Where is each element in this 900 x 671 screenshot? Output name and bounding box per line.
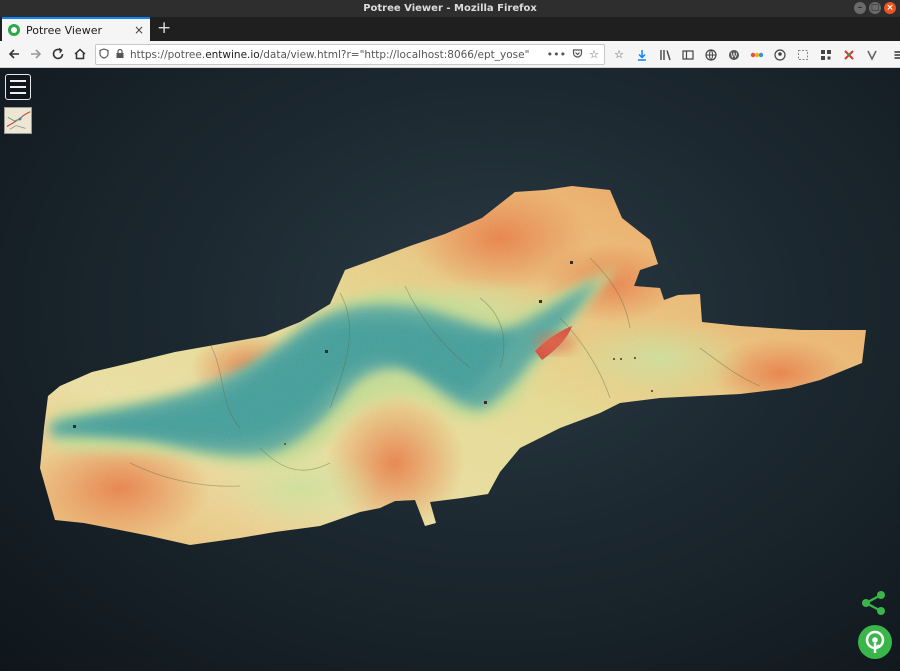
bookmark-star-icon[interactable]: ☆: [589, 48, 599, 62]
forward-arrow-icon[interactable]: [25, 43, 47, 65]
reading-list-icon[interactable]: ☆: [610, 46, 628, 64]
share-icon[interactable]: [860, 589, 888, 617]
tab-label: Potree Viewer: [26, 23, 102, 37]
vpn-extension-icon[interactable]: [863, 46, 881, 64]
url-actions: ••• ☆: [547, 48, 604, 62]
tab-strip: Potree Viewer × +: [0, 17, 900, 41]
tab-potree-viewer[interactable]: Potree Viewer ×: [2, 17, 150, 41]
pocket-icon[interactable]: [572, 48, 583, 62]
wordpress-extension-icon[interactable]: W: [725, 46, 743, 64]
page-actions-icon[interactable]: •••: [547, 48, 566, 62]
svg-text:W: W: [731, 51, 738, 59]
point-cloud-terrain[interactable]: [0, 68, 900, 671]
minimize-button[interactable]: –: [854, 2, 866, 14]
potree-render-area[interactable]: [0, 68, 900, 671]
url-bar[interactable]: https://potree.entwine.io/data/view.html…: [95, 44, 605, 65]
qr-code-icon[interactable]: [817, 46, 835, 64]
potree-favicon-icon: [8, 24, 20, 36]
downloads-icon[interactable]: [633, 46, 651, 64]
account-icon[interactable]: [771, 46, 789, 64]
tab-close-icon[interactable]: ×: [134, 23, 144, 37]
back-arrow-icon[interactable]: [3, 43, 25, 65]
maximize-button[interactable]: □: [869, 2, 881, 14]
new-tab-button[interactable]: +: [157, 18, 171, 38]
potree-logo-icon[interactable]: [858, 625, 892, 659]
window-titlebar: Potree Viewer - Mozilla Firefox – □ ×: [0, 0, 900, 17]
hamburger-menu-icon[interactable]: [5, 74, 31, 100]
color-extension-icon[interactable]: [748, 46, 766, 64]
reload-icon[interactable]: [47, 43, 69, 65]
navigation-toolbar: https://potree.entwine.io/data/view.html…: [0, 41, 900, 68]
tools-extension-icon[interactable]: [840, 46, 858, 64]
window-controls: – □ ×: [854, 2, 896, 14]
sidebar-icon[interactable]: [679, 46, 697, 64]
lock-icon[interactable]: [112, 48, 128, 62]
globe-extension-icon[interactable]: [702, 46, 720, 64]
toolbar-right: ☆ W: [610, 44, 900, 65]
home-icon[interactable]: [69, 43, 91, 65]
url-text[interactable]: https://potree.entwine.io/data/view.html…: [128, 49, 547, 61]
screenshot-icon[interactable]: [794, 46, 812, 64]
tracking-shield-icon[interactable]: [96, 47, 112, 62]
window-title: Potree Viewer - Mozilla Firefox: [363, 3, 537, 14]
close-window-button[interactable]: ×: [884, 2, 896, 14]
app-menu-icon[interactable]: [890, 46, 900, 64]
minimap-thumbnail[interactable]: [4, 107, 32, 134]
library-icon[interactable]: [656, 46, 674, 64]
